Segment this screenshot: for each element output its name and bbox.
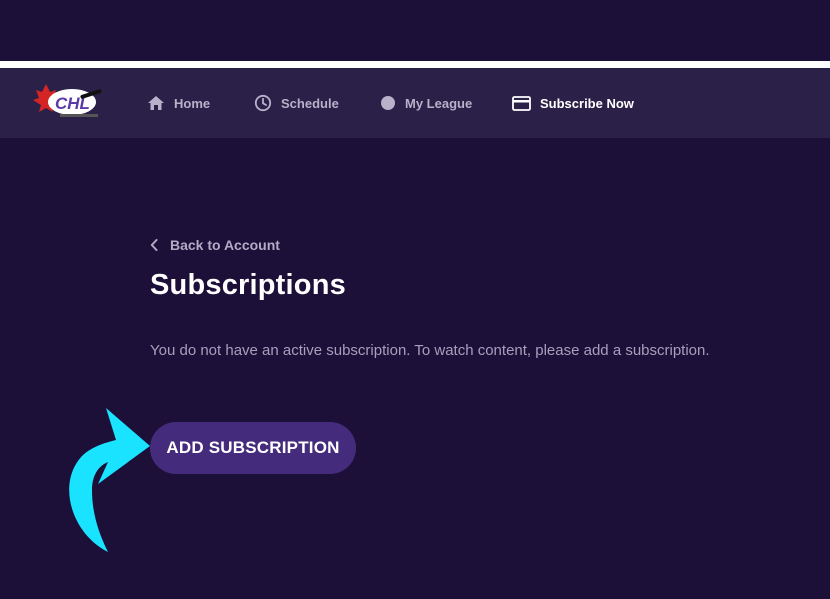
top-band	[0, 0, 830, 61]
back-to-account-label: Back to Account	[170, 237, 280, 253]
chevron-left-icon	[150, 239, 158, 251]
page-title: Subscriptions	[150, 269, 346, 301]
navbar: CHL Home Schedule My League Subscribe No…	[0, 68, 830, 138]
nav-home-label: Home	[174, 95, 211, 111]
header-divider	[0, 61, 830, 68]
clock-icon	[254, 94, 272, 112]
page: CHL Home Schedule My League Subscribe No…	[0, 0, 830, 599]
nav-my-league-label: My League	[405, 95, 473, 111]
nav-schedule-label: Schedule	[281, 95, 339, 111]
back-to-account-link[interactable]: Back to Account	[150, 236, 810, 254]
add-subscription-button[interactable]: ADD SUBSCRIPTION	[150, 422, 356, 474]
nav-home[interactable]: Home	[147, 68, 210, 138]
circle-icon	[381, 96, 395, 110]
subscriptions-content: Back to Account Subscriptions You do not…	[150, 236, 810, 361]
nav-my-league[interactable]: My League	[380, 68, 472, 138]
no-subscription-message: You do not have an active subscription. …	[150, 342, 710, 359]
nav-subscribe-now-label: Subscribe Now	[540, 95, 634, 111]
card-icon	[512, 95, 531, 111]
nav-subscribe-now[interactable]: Subscribe Now	[512, 68, 634, 138]
nav-schedule[interactable]: Schedule	[254, 68, 339, 138]
home-icon	[148, 96, 164, 110]
league-logo[interactable]: CHL	[32, 80, 106, 126]
pointer-arrow-icon	[69, 408, 150, 552]
